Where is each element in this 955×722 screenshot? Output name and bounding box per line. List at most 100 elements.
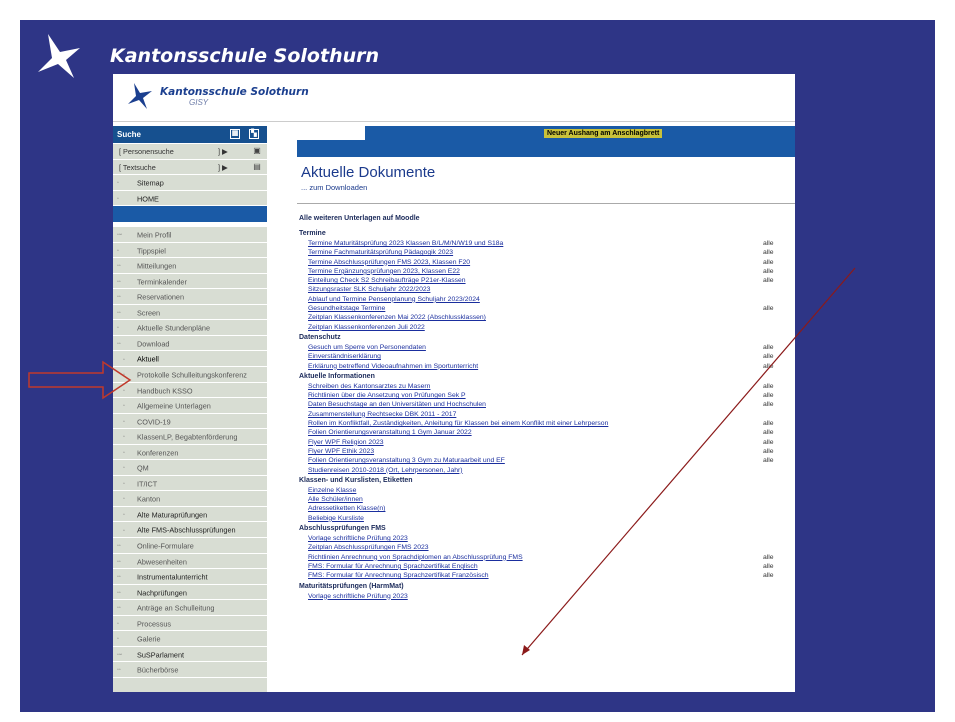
document-row: Zeitplan Klassenkonferenzen Juli 2022 — [299, 323, 795, 332]
sidebar-item-0[interactable]: ▫▫▫ Mein Profil — [113, 227, 267, 243]
document-link[interactable]: Einteilung Check S2 Schreibaufträge P21e… — [308, 277, 466, 284]
document-link[interactable]: Termine Maturitätsprüfung 2023 Klassen B… — [308, 240, 503, 247]
sidebar-bottom-item-4[interactable]: ▫▫ Anträge an Schulleitung — [113, 600, 267, 616]
sidebar-item-6[interactable]: ▫ Aktuelle Stundenpläne — [113, 320, 267, 336]
document-link[interactable]: Erklärung betreffend Videoaufnahmen im S… — [308, 363, 478, 370]
download-sub-item-1[interactable]: ▫ Protokolle Schulleitungskonferenz — [113, 367, 267, 383]
sidebar-bottom-item-7[interactable]: ▫▫▫ SuSParlament — [113, 647, 267, 663]
calendar-icon[interactable]: ▦ — [230, 129, 240, 139]
sidebar-top-item-0[interactable]: ▫ Sitemap — [113, 175, 267, 191]
document-link[interactable]: Zeitplan Abschlussprüfungen FMS 2023 — [308, 544, 429, 551]
sidebar-item-label: COVID-19 — [137, 417, 171, 427]
document-link[interactable]: Termine Ergänzungsprüfungen 2023, Klasse… — [308, 268, 460, 275]
download-sub-item-3[interactable]: ▫ Allgemeine Unterlagen — [113, 398, 267, 414]
sidebar-item-label: QM — [137, 463, 149, 473]
download-sub-item-7[interactable]: ▫ QM — [113, 460, 267, 476]
sidebar-bottom-item-6[interactable]: ▫ Galerie — [113, 631, 267, 647]
audience-label: alle — [763, 362, 774, 370]
search-row-label[interactable]: [ Personensuche — [119, 147, 174, 156]
document-list: Termine Termine Maturitätsprüfung 2023 Kl… — [299, 228, 795, 601]
audience-label: alle — [763, 353, 774, 361]
document-link[interactable]: Einverständniserklärung — [308, 353, 381, 360]
download-sub-item-5[interactable]: ▫ KlassenLP, Begabtenförderung — [113, 429, 267, 445]
download-sub-item-8[interactable]: ▫ IT/ICT — [113, 476, 267, 492]
document-link[interactable]: Zeitplan Klassenkonferenzen Mai 2022 (Ab… — [308, 314, 486, 321]
header-logo-icon[interactable] — [125, 82, 155, 110]
bullet-icon: ▫▫ — [117, 574, 121, 581]
document-link[interactable]: Folien Orientierungsveranstaltung 3 Gym … — [308, 457, 505, 464]
sidebar-item-label: Mitteilungen — [137, 261, 177, 271]
sidebar-item-label: Download — [137, 339, 170, 349]
document-row: Zusammenstellung Rechtsecke DBK 2011 - 2… — [299, 410, 795, 419]
sidebar-bottom-item-1[interactable]: ▫▫ Abwesenheiten — [113, 554, 267, 570]
document-link[interactable]: Adressetiketten Klasse(n) — [308, 505, 385, 512]
sidebar-item-4[interactable]: ▫▫ Reservationen — [113, 289, 267, 305]
document-link[interactable]: Gesuch um Sperre von Personendaten — [308, 344, 426, 351]
bullet-icon: ▫ — [123, 527, 125, 534]
audience-label: alle — [763, 420, 774, 428]
document-link[interactable]: Rollen im Konfliktfall, Zuständigkeiten,… — [308, 420, 608, 427]
sidebar-bottom-item-5[interactable]: ▫ Processus — [113, 616, 267, 632]
download-sub-item-6[interactable]: ▫ Konferenzen — [113, 445, 267, 461]
search-go-button[interactable]: ] ▶ — [218, 147, 228, 156]
sidebar-item-3[interactable]: ▫▫ Terminkalender — [113, 274, 267, 290]
document-link[interactable]: Daten Besuchstage an den Universitäten u… — [308, 401, 486, 408]
sidebar-top-item-1[interactable]: ▫ HOME — [113, 191, 267, 207]
download-sub-item-11[interactable]: ▫ Alte FMS-Abschlussprüfungen — [113, 522, 267, 539]
document-link[interactable]: Gesundheitstage Termine — [308, 305, 385, 312]
document-link[interactable]: Schreiben des Kantonsarztes zu Masern — [308, 383, 430, 390]
download-sub-item-4[interactable]: ▫ COVID-19 — [113, 414, 267, 430]
document-link[interactable]: Flyer WPF Religion 2023 — [308, 439, 384, 446]
people-icon[interactable]: ▣ — [252, 147, 262, 156]
document-link[interactable]: Sitzungsraster SLK Schuljahr 2022/2023 — [308, 286, 430, 293]
document-link[interactable]: Alle Schüler/innen — [308, 496, 363, 503]
bullet-icon: ▫▫ — [117, 294, 121, 301]
search-go-button[interactable]: ] ▶ — [218, 163, 228, 172]
grid-icon[interactable]: ▚ — [249, 129, 259, 139]
document-link[interactable]: Folien Orientierungsveranstaltung 1 Gym … — [308, 429, 472, 436]
search-row-1[interactable]: [ Textsuche ] ▶ ▤ — [113, 160, 267, 175]
document-link[interactable]: Studienreisen 2010-2018 (Ort, Lehrperson… — [308, 467, 463, 474]
sidebar-item-label: SuSParlament — [137, 650, 185, 660]
search-row-0[interactable]: [ Personensuche ] ▶ ▣ — [113, 144, 267, 160]
document-link[interactable]: Richtlinien über die Ansetzung von Prüfu… — [308, 392, 466, 399]
document-link[interactable]: Flyer WPF Ethik 2023 — [308, 448, 374, 455]
download-sub-item-0[interactable]: ▫ Aktuell — [113, 351, 267, 368]
audience-label: alle — [763, 258, 774, 266]
text-search-icon[interactable]: ▤ — [252, 162, 262, 172]
document-link[interactable]: Termine Fachmaturitätsprüfung Pädagogik … — [308, 249, 453, 256]
sidebar-bottom-item-8[interactable]: ▫▫ Bücherbörse — [113, 662, 267, 678]
sidebar-item-2[interactable]: ▫▫ Mitteilungen — [113, 258, 267, 274]
bullet-icon: ▫▫ — [117, 263, 121, 270]
document-link[interactable]: FMS: Formular für Anrechnung Sprachzerti… — [308, 572, 489, 579]
document-link[interactable]: Vorlage schriftliche Prüfung 2023 — [308, 535, 408, 542]
document-link[interactable]: Zeitplan Klassenkonferenzen Juli 2022 — [308, 324, 425, 331]
sidebar-item-label: KlassenLP, Begabtenförderung — [137, 432, 238, 442]
document-row: Termine Ergänzungsprüfungen 2023, Klasse… — [299, 267, 795, 276]
document-link[interactable]: Einzelne Klasse — [308, 487, 356, 494]
notice-link[interactable]: Neuer Aushang am Anschlagbrett — [544, 129, 663, 138]
sidebar-bottom-item-3[interactable]: ▫▫ Nachprüfungen — [113, 585, 267, 601]
sidebar-item-label: Reservationen — [137, 292, 185, 302]
sidebar-bottom-item-2[interactable]: ▫▫ Instrumentalunterricht — [113, 569, 267, 585]
audience-label: alle — [763, 562, 774, 570]
sidebar-item-7[interactable]: ▫▫ Download — [113, 336, 267, 352]
sidebar-item-5[interactable]: ▫▫ Screen — [113, 305, 267, 321]
bullet-icon: ▫▫ — [117, 341, 121, 347]
sidebar-bottom-item-0[interactable]: ▫▫ Online-Formulare — [113, 538, 267, 554]
document-link[interactable]: Richtlinien Anrechnung von Sprachdiplome… — [308, 554, 523, 561]
sidebar-item-1[interactable]: ▫ Tippspiel — [113, 243, 267, 259]
document-link[interactable]: Beliebige Kursliste — [308, 515, 364, 522]
document-link[interactable]: Vorlage schriftliche Prüfung 2023 — [308, 593, 408, 600]
document-link[interactable]: Ablauf und Termine Pensenplanung Schulja… — [308, 296, 480, 303]
document-link[interactable]: Zusammenstellung Rechtsecke DBK 2011 - 2… — [308, 411, 456, 418]
sidebar-item-label: Abwesenheiten — [137, 557, 187, 567]
download-sub-item-2[interactable]: ▫ Handbuch KSSO — [113, 383, 267, 399]
sidebar-item-label: IT/ICT — [137, 479, 158, 489]
section-heading: Abschlussprüfungen FMS — [299, 525, 386, 533]
download-sub-item-10[interactable]: ▫ Alte Maturaprüfungen — [113, 507, 267, 523]
document-link[interactable]: FMS: Formular für Anrechnung Sprachzerti… — [308, 563, 478, 570]
download-sub-item-9[interactable]: ▫ Kanton — [113, 491, 267, 507]
document-link[interactable]: Termine Abschlussprüfungen FMS 2023, Kla… — [308, 259, 470, 266]
search-row-label[interactable]: [ Textsuche — [119, 163, 156, 172]
